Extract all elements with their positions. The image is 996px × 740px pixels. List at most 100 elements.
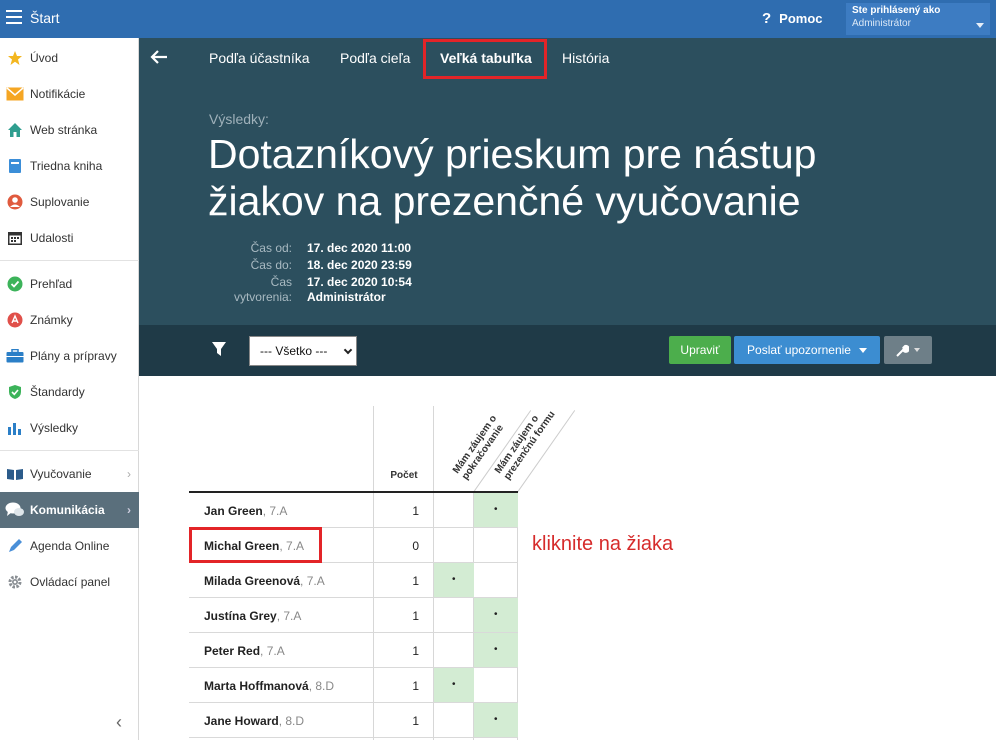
toolbar: --- Všetko --- Upraviť Poslať upozorneni… bbox=[139, 325, 996, 376]
sidebar-item-label: Ovládací panel bbox=[30, 575, 111, 589]
sidebar-item-vysledky[interactable]: Výsledky bbox=[0, 410, 139, 446]
sidebar-item-znamky[interactable]: Známky bbox=[0, 302, 139, 338]
page-header: Podľa účastníka Podľa cieľa Veľká tabuľk… bbox=[139, 38, 996, 325]
book-icon bbox=[0, 158, 30, 174]
calendar-icon bbox=[0, 230, 30, 246]
user-name: Administrátor bbox=[852, 18, 911, 29]
results-label: Výsledky: bbox=[209, 111, 269, 127]
student-name[interactable]: Milada Greenová, 7.A bbox=[204, 574, 325, 588]
open-book-icon bbox=[0, 467, 30, 481]
student-highlight-box bbox=[189, 527, 322, 563]
row-count: 1 bbox=[412, 644, 419, 658]
hamburger-menu-icon[interactable] bbox=[6, 10, 22, 24]
sidebar-item-prehlad[interactable]: Prehľad bbox=[0, 266, 139, 302]
help-button[interactable]: ? Pomoc bbox=[762, 10, 823, 27]
sidebar-divider bbox=[0, 260, 139, 261]
answer-mark: • bbox=[452, 679, 456, 690]
chevron-right-icon: › bbox=[127, 503, 131, 517]
sidebar-item-udalosti[interactable]: Udalosti bbox=[0, 220, 139, 256]
app-title[interactable]: Štart bbox=[30, 10, 60, 26]
sidebar-item-notifikacie[interactable]: Notifikácie bbox=[0, 76, 139, 112]
count-header: Počet bbox=[390, 470, 418, 481]
chevron-down-icon bbox=[343, 345, 353, 355]
user-menu[interactable]: Ste prihlásený ako Administrátor bbox=[846, 3, 990, 35]
instruction-annotation: kliknite na žiaka bbox=[532, 533, 674, 555]
tab-highlight-box bbox=[423, 39, 547, 79]
sidebar-item-label: Udalosti bbox=[30, 231, 74, 245]
answer-mark: • bbox=[494, 714, 498, 725]
tab-by-goal[interactable]: Podľa cieľa bbox=[340, 50, 410, 66]
row-count: 1 bbox=[412, 504, 419, 518]
shield-check-icon bbox=[0, 384, 30, 400]
filter-select[interactable]: --- Všetko --- bbox=[249, 336, 357, 366]
sidebar-item-standardy[interactable]: Štandardy bbox=[0, 374, 139, 410]
student-name[interactable]: Peter Red, 7.A bbox=[204, 644, 285, 658]
logged-in-label: Ste prihlásený ako bbox=[852, 5, 941, 16]
tools-dropdown-button[interactable] bbox=[884, 336, 932, 364]
sidebar-item-suplovanie[interactable]: Suplovanie bbox=[0, 184, 139, 220]
answer-mark: • bbox=[494, 504, 498, 515]
sidebar: Úvod Notifikácie Web stránka Triedna kni… bbox=[0, 38, 139, 740]
top-bar: Štart ? Pomoc Ste prihlásený ako Administ… bbox=[0, 0, 996, 38]
edit-button[interactable]: Upraviť bbox=[669, 336, 731, 364]
sidebar-item-label: Komunikácia bbox=[30, 503, 105, 517]
sidebar-item-agenda-online[interactable]: Agenda Online bbox=[0, 528, 139, 564]
sidebar-item-uvod[interactable]: Úvod bbox=[0, 40, 139, 76]
back-arrow-icon[interactable] bbox=[149, 49, 169, 70]
student-class: , 8.D bbox=[308, 679, 335, 693]
sidebar-item-label: Plány a prípravy bbox=[30, 349, 117, 363]
sidebar-item-ovladaci-panel[interactable]: Ovládací panel bbox=[0, 564, 139, 600]
tab-by-participant[interactable]: Podľa účastníka bbox=[209, 50, 310, 66]
sidebar-item-label: Vyučovanie bbox=[30, 467, 92, 481]
student-name[interactable]: Marta Hoffmanová, 8.D bbox=[204, 679, 334, 693]
sidebar-item-komunikacia[interactable]: Komunikácia › bbox=[0, 492, 139, 528]
sidebar-item-label: Agenda Online bbox=[30, 539, 110, 553]
student-class: , 7.A bbox=[276, 609, 302, 623]
send-notification-button[interactable]: Poslať upozornenie bbox=[734, 336, 880, 364]
chat-icon bbox=[0, 502, 30, 518]
gear-icon bbox=[0, 574, 30, 590]
header-bottom-border bbox=[189, 491, 518, 493]
student-name[interactable]: Jane Howard, 8.D bbox=[204, 714, 304, 728]
sidebar-item-web-stranka[interactable]: Web stránka bbox=[0, 112, 139, 148]
sidebar-item-label: Notifikácie bbox=[30, 87, 86, 101]
sidebar-divider bbox=[0, 450, 139, 451]
student-name[interactable]: Jan Green, 7.A bbox=[204, 504, 287, 518]
star-icon bbox=[0, 50, 30, 66]
column-divider bbox=[373, 406, 374, 740]
row-divider bbox=[189, 632, 518, 633]
question-icon: ? bbox=[762, 10, 772, 27]
row-count: 1 bbox=[412, 679, 419, 693]
student-name[interactable]: Justína Grey, 7.A bbox=[204, 609, 301, 623]
caret-down-icon bbox=[858, 347, 867, 353]
sidebar-item-plany[interactable]: Plány a prípravy bbox=[0, 338, 139, 374]
answer-mark: • bbox=[494, 609, 498, 620]
sidebar-item-label: Web stránka bbox=[30, 123, 98, 137]
sidebar-item-label: Výsledky bbox=[30, 421, 79, 435]
row-count: 1 bbox=[412, 609, 419, 623]
row-divider bbox=[189, 702, 518, 703]
filter-icon[interactable] bbox=[211, 341, 227, 362]
tab-history[interactable]: História bbox=[562, 50, 609, 66]
person-icon bbox=[0, 194, 30, 210]
column-header-in-person: Mám záujem o prezenčnú formu bbox=[492, 409, 558, 482]
pen-icon bbox=[0, 538, 30, 554]
row-divider bbox=[189, 737, 518, 738]
row-divider bbox=[189, 597, 518, 598]
answer-mark: • bbox=[452, 574, 456, 585]
home-icon bbox=[0, 122, 30, 138]
page-title: Dotazníkový prieskum pre nástup žiakov n… bbox=[208, 131, 817, 224]
chevron-right-icon: › bbox=[127, 467, 131, 481]
bar-chart-icon bbox=[0, 420, 30, 436]
sidebar-item-triedna-kniha[interactable]: Triedna kniha bbox=[0, 148, 139, 184]
sidebar-item-label: Triedna kniha bbox=[30, 159, 103, 173]
briefcase-icon bbox=[0, 349, 30, 363]
student-class: , 8.D bbox=[278, 714, 305, 728]
sidebar-item-vyucovanie[interactable]: Vyučovanie › bbox=[0, 456, 139, 492]
student-class: , 7.A bbox=[260, 644, 285, 658]
row-count: 1 bbox=[412, 574, 419, 588]
envelope-icon bbox=[0, 87, 30, 101]
student-class: , 7.A bbox=[262, 504, 288, 518]
collapse-sidebar-icon[interactable]: ‹ bbox=[116, 712, 122, 733]
sidebar-item-label: Štandardy bbox=[30, 385, 85, 399]
